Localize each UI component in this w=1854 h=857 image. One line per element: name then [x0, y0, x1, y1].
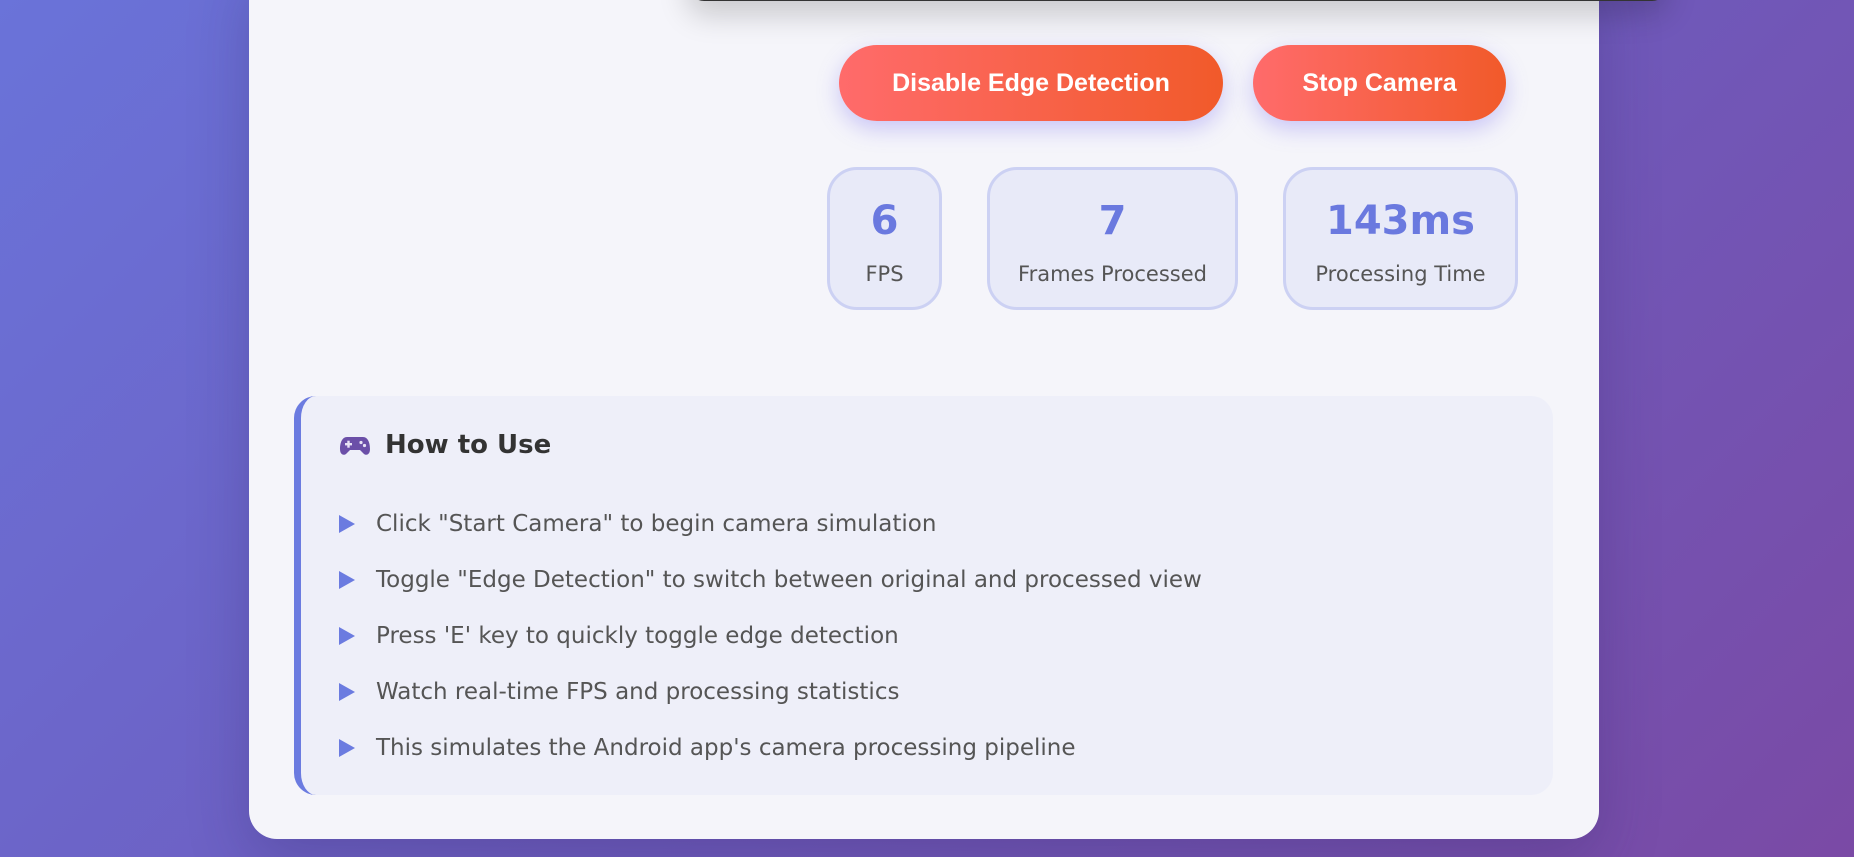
processing-time-label: Processing Time [1315, 262, 1486, 286]
play-arrow-icon [339, 571, 355, 589]
frames-processed-label: Frames Processed [1018, 262, 1207, 286]
step-text: Toggle "Edge Detection" to switch betwee… [376, 567, 1202, 593]
step-text: This simulates the Android app's camera … [376, 735, 1076, 761]
processing-time-stat: 143ms Processing Time [1283, 167, 1518, 310]
instruction-list: Click "Start Camera" to begin camera sim… [339, 496, 1202, 776]
fps-label: FPS [865, 262, 904, 286]
step-text: Watch real-time FPS and processing stati… [376, 679, 900, 705]
how-to-use-heading: How to Use [339, 430, 551, 460]
list-item: Watch real-time FPS and processing stati… [339, 664, 1202, 720]
list-item: Toggle "Edge Detection" to switch betwee… [339, 552, 1202, 608]
list-item: This simulates the Android app's camera … [339, 720, 1202, 776]
play-arrow-icon [339, 739, 355, 757]
play-arrow-icon [339, 683, 355, 701]
list-item: Press 'E' key to quickly toggle edge det… [339, 608, 1202, 664]
processing-time-value: 143ms [1326, 198, 1475, 244]
frames-processed-stat: 7 Frames Processed [987, 167, 1238, 310]
camera-preview [688, 0, 1668, 1]
step-text: Click "Start Camera" to begin camera sim… [376, 511, 937, 537]
step-text: Press 'E' key to quickly toggle edge det… [376, 623, 899, 649]
fps-stat: 6 FPS [827, 167, 942, 310]
frames-processed-value: 7 [1098, 198, 1127, 244]
play-arrow-icon [339, 627, 355, 645]
fps-value: 6 [870, 198, 899, 244]
stop-camera-button[interactable]: Stop Camera [1253, 45, 1506, 121]
gamepad-icon [339, 434, 371, 456]
how-to-use-title: How to Use [385, 430, 552, 460]
play-arrow-icon [339, 515, 355, 533]
toggle-edge-detection-button[interactable]: Disable Edge Detection [839, 45, 1223, 121]
how-to-use-panel: How to Use Click "Start Camera" to begin… [294, 396, 1553, 795]
list-item: Click "Start Camera" to begin camera sim… [339, 496, 1202, 552]
